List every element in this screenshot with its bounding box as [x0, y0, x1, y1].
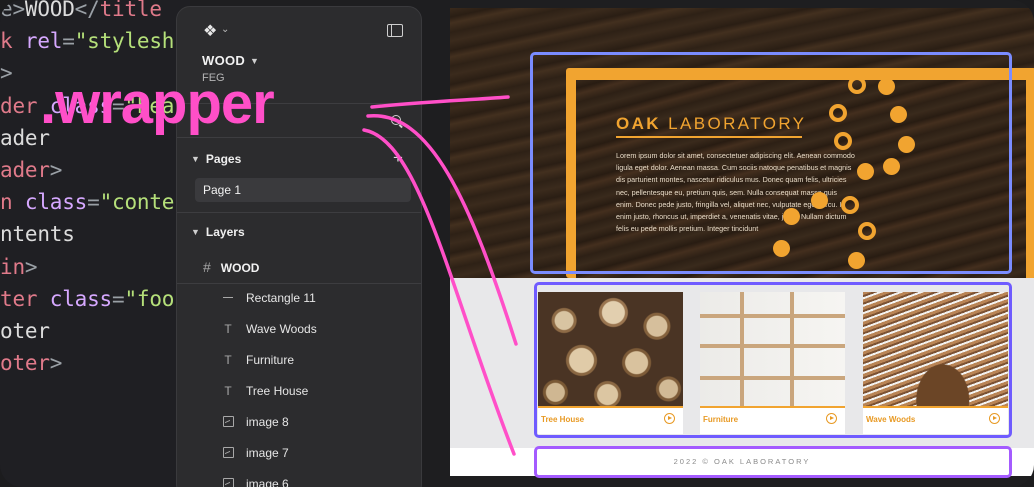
code-line: ter class="foo [0, 286, 175, 311]
file-name[interactable]: WOOD [202, 53, 245, 68]
caret-down-icon: ▼ [191, 154, 200, 164]
selection-outline-footer [534, 446, 1012, 478]
code-line: e>WOOD</title [0, 0, 162, 21]
rectangle-icon [221, 288, 235, 308]
chevron-down-icon[interactable]: ⌄ [221, 24, 229, 35]
layer-row[interactable]: image 6 [221, 474, 289, 487]
layer-row[interactable]: T Tree House [221, 381, 308, 401]
search-icon[interactable] [391, 115, 401, 125]
layer-name: Furniture [246, 353, 295, 367]
layer-name: image 6 [246, 477, 289, 487]
add-page-icon[interactable]: + [393, 149, 403, 166]
layer-row[interactable]: Rectangle 11 [221, 288, 316, 308]
image-icon [221, 443, 235, 463]
text-icon: T [224, 322, 232, 336]
code-line: ntents [0, 222, 75, 247]
selection-outline-hero [530, 52, 1012, 274]
layers-header[interactable]: ▼ Layers [191, 225, 245, 239]
design-canvas[interactable]: OAK LABORATORY Lorem ipsum dolor sit ame… [420, 0, 1034, 487]
layer-row[interactable]: T Furniture [221, 350, 294, 370]
text-icon: T [224, 384, 232, 398]
code-line: oter> [0, 351, 63, 376]
layer-row[interactable]: image 8 [221, 412, 289, 432]
layer-name: Wave Woods [246, 322, 317, 336]
code-line: ader> [0, 158, 63, 182]
code-line: oter [0, 319, 50, 343]
pages-header[interactable]: ▼ Pages [191, 152, 241, 166]
file-menu-chevron-icon[interactable]: ▼ [250, 56, 259, 66]
image-icon [221, 474, 235, 487]
layer-row[interactable]: T Wave Woods [221, 319, 317, 339]
layer-frame-wood[interactable]: # WOOD [203, 259, 259, 275]
layer-name: Rectangle 11 [246, 291, 316, 305]
caret-down-icon: ▼ [191, 227, 200, 237]
page-item[interactable]: Page 1 [195, 178, 411, 202]
frame-icon: # [203, 259, 211, 275]
wrapper-annotation: .wrapper [40, 71, 275, 136]
layer-name: image 7 [246, 446, 289, 460]
layer-row[interactable]: image 7 [221, 443, 289, 463]
code-line: > [0, 61, 13, 86]
figma-logo-icon[interactable]: ❖ [203, 21, 217, 41]
sidebar-toggle-icon[interactable] [387, 24, 403, 37]
layer-name: Tree House [246, 384, 309, 398]
screenshot-frame: e>WOOD</title k rel="stylesh > der class="h… [0, 0, 1034, 487]
code-line: n class="conte [0, 190, 175, 215]
code-line: in> [0, 254, 38, 279]
image-icon [221, 412, 235, 432]
layer-name: image 8 [246, 415, 289, 429]
selection-outline-gallery [534, 282, 1012, 438]
code-line: k rel="stylesh [0, 29, 175, 54]
text-icon: T [224, 353, 232, 367]
